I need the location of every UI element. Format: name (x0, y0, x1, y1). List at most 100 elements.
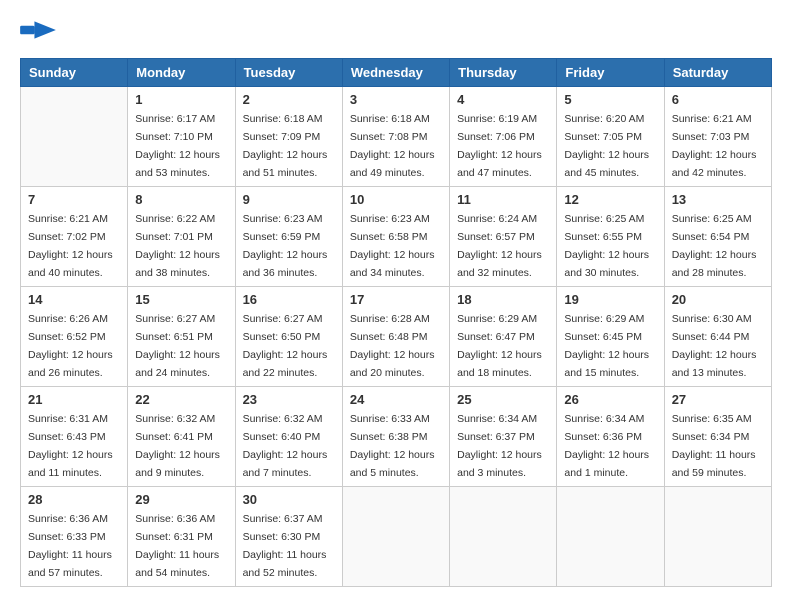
calendar-cell: 4 Sunrise: 6:19 AM Sunset: 7:06 PM Dayli… (450, 87, 557, 187)
day-sunrise: Sunrise: 6:32 AM (243, 413, 323, 425)
day-sunrise: Sunrise: 6:36 AM (135, 513, 215, 525)
day-daylight: Daylight: 12 hours and 45 minutes. (564, 149, 649, 179)
calendar-week-3: 14 Sunrise: 6:26 AM Sunset: 6:52 PM Dayl… (21, 287, 772, 387)
calendar-cell: 30 Sunrise: 6:37 AM Sunset: 6:30 PM Dayl… (235, 487, 342, 587)
day-daylight: Daylight: 12 hours and 51 minutes. (243, 149, 328, 179)
day-sunset: Sunset: 7:08 PM (350, 131, 428, 143)
day-sunset: Sunset: 6:40 PM (243, 431, 321, 443)
day-sunrise: Sunrise: 6:34 AM (564, 413, 644, 425)
day-daylight: Daylight: 12 hours and 49 minutes. (350, 149, 435, 179)
logo (20, 20, 56, 42)
calendar-header-monday: Monday (128, 59, 235, 87)
day-daylight: Daylight: 12 hours and 24 minutes. (135, 349, 220, 379)
day-daylight: Daylight: 12 hours and 26 minutes. (28, 349, 113, 379)
day-sunset: Sunset: 6:48 PM (350, 331, 428, 343)
calendar-cell: 24 Sunrise: 6:33 AM Sunset: 6:38 PM Dayl… (342, 387, 449, 487)
day-sunset: Sunset: 7:06 PM (457, 131, 535, 143)
day-sunrise: Sunrise: 6:21 AM (28, 213, 108, 225)
day-daylight: Daylight: 12 hours and 28 minutes. (672, 249, 757, 279)
header (20, 20, 772, 42)
day-sunset: Sunset: 6:33 PM (28, 531, 106, 543)
day-number: 17 (350, 292, 442, 307)
calendar-header-thursday: Thursday (450, 59, 557, 87)
day-sunset: Sunset: 6:58 PM (350, 231, 428, 243)
day-daylight: Daylight: 12 hours and 53 minutes. (135, 149, 220, 179)
day-sunset: Sunset: 6:31 PM (135, 531, 213, 543)
calendar-cell: 23 Sunrise: 6:32 AM Sunset: 6:40 PM Dayl… (235, 387, 342, 487)
calendar-cell: 21 Sunrise: 6:31 AM Sunset: 6:43 PM Dayl… (21, 387, 128, 487)
day-sunrise: Sunrise: 6:30 AM (672, 313, 752, 325)
day-sunrise: Sunrise: 6:26 AM (28, 313, 108, 325)
day-sunrise: Sunrise: 6:33 AM (350, 413, 430, 425)
day-sunrise: Sunrise: 6:18 AM (243, 113, 323, 125)
day-sunset: Sunset: 6:52 PM (28, 331, 106, 343)
day-daylight: Daylight: 12 hours and 13 minutes. (672, 349, 757, 379)
day-sunrise: Sunrise: 6:20 AM (564, 113, 644, 125)
day-sunrise: Sunrise: 6:32 AM (135, 413, 215, 425)
day-daylight: Daylight: 11 hours and 54 minutes. (135, 549, 219, 579)
day-sunset: Sunset: 6:44 PM (672, 331, 750, 343)
calendar-cell: 17 Sunrise: 6:28 AM Sunset: 6:48 PM Dayl… (342, 287, 449, 387)
calendar-cell: 2 Sunrise: 6:18 AM Sunset: 7:09 PM Dayli… (235, 87, 342, 187)
day-number: 30 (243, 492, 335, 507)
calendar-week-1: 1 Sunrise: 6:17 AM Sunset: 7:10 PM Dayli… (21, 87, 772, 187)
day-number: 12 (564, 192, 656, 207)
day-sunset: Sunset: 6:47 PM (457, 331, 535, 343)
calendar-header-saturday: Saturday (664, 59, 771, 87)
calendar-cell: 6 Sunrise: 6:21 AM Sunset: 7:03 PM Dayli… (664, 87, 771, 187)
calendar-cell: 28 Sunrise: 6:36 AM Sunset: 6:33 PM Dayl… (21, 487, 128, 587)
day-sunset: Sunset: 7:03 PM (672, 131, 750, 143)
day-number: 15 (135, 292, 227, 307)
day-sunset: Sunset: 6:36 PM (564, 431, 642, 443)
day-number: 23 (243, 392, 335, 407)
calendar-cell: 20 Sunrise: 6:30 AM Sunset: 6:44 PM Dayl… (664, 287, 771, 387)
calendar-week-2: 7 Sunrise: 6:21 AM Sunset: 7:02 PM Dayli… (21, 187, 772, 287)
day-number: 4 (457, 92, 549, 107)
day-sunrise: Sunrise: 6:18 AM (350, 113, 430, 125)
calendar-cell: 14 Sunrise: 6:26 AM Sunset: 6:52 PM Dayl… (21, 287, 128, 387)
day-number: 29 (135, 492, 227, 507)
calendar-header-wednesday: Wednesday (342, 59, 449, 87)
day-number: 13 (672, 192, 764, 207)
day-number: 21 (28, 392, 120, 407)
day-number: 8 (135, 192, 227, 207)
day-daylight: Daylight: 12 hours and 18 minutes. (457, 349, 542, 379)
day-daylight: Daylight: 12 hours and 34 minutes. (350, 249, 435, 279)
day-sunrise: Sunrise: 6:28 AM (350, 313, 430, 325)
day-sunset: Sunset: 7:05 PM (564, 131, 642, 143)
day-number: 16 (243, 292, 335, 307)
calendar-week-4: 21 Sunrise: 6:31 AM Sunset: 6:43 PM Dayl… (21, 387, 772, 487)
calendar-header-tuesday: Tuesday (235, 59, 342, 87)
day-number: 6 (672, 92, 764, 107)
calendar-header-sunday: Sunday (21, 59, 128, 87)
day-sunrise: Sunrise: 6:23 AM (243, 213, 323, 225)
calendar-cell: 22 Sunrise: 6:32 AM Sunset: 6:41 PM Dayl… (128, 387, 235, 487)
day-sunrise: Sunrise: 6:36 AM (28, 513, 108, 525)
calendar-cell: 19 Sunrise: 6:29 AM Sunset: 6:45 PM Dayl… (557, 287, 664, 387)
day-daylight: Daylight: 12 hours and 30 minutes. (564, 249, 649, 279)
calendar-cell: 1 Sunrise: 6:17 AM Sunset: 7:10 PM Dayli… (128, 87, 235, 187)
day-number: 19 (564, 292, 656, 307)
day-sunset: Sunset: 6:43 PM (28, 431, 106, 443)
day-sunrise: Sunrise: 6:19 AM (457, 113, 537, 125)
day-sunset: Sunset: 7:02 PM (28, 231, 106, 243)
calendar: SundayMondayTuesdayWednesdayThursdayFrid… (20, 58, 772, 587)
day-number: 26 (564, 392, 656, 407)
day-daylight: Daylight: 12 hours and 47 minutes. (457, 149, 542, 179)
day-number: 25 (457, 392, 549, 407)
day-sunset: Sunset: 6:41 PM (135, 431, 213, 443)
day-daylight: Daylight: 12 hours and 5 minutes. (350, 449, 435, 479)
day-number: 3 (350, 92, 442, 107)
day-sunrise: Sunrise: 6:24 AM (457, 213, 537, 225)
calendar-cell: 12 Sunrise: 6:25 AM Sunset: 6:55 PM Dayl… (557, 187, 664, 287)
day-number: 1 (135, 92, 227, 107)
day-sunset: Sunset: 6:34 PM (672, 431, 750, 443)
calendar-cell: 10 Sunrise: 6:23 AM Sunset: 6:58 PM Dayl… (342, 187, 449, 287)
calendar-cell: 7 Sunrise: 6:21 AM Sunset: 7:02 PM Dayli… (21, 187, 128, 287)
calendar-cell: 13 Sunrise: 6:25 AM Sunset: 6:54 PM Dayl… (664, 187, 771, 287)
day-daylight: Daylight: 11 hours and 59 minutes. (672, 449, 756, 479)
day-sunset: Sunset: 7:10 PM (135, 131, 213, 143)
day-daylight: Daylight: 12 hours and 40 minutes. (28, 249, 113, 279)
day-daylight: Daylight: 12 hours and 11 minutes. (28, 449, 113, 479)
day-sunset: Sunset: 6:51 PM (135, 331, 213, 343)
